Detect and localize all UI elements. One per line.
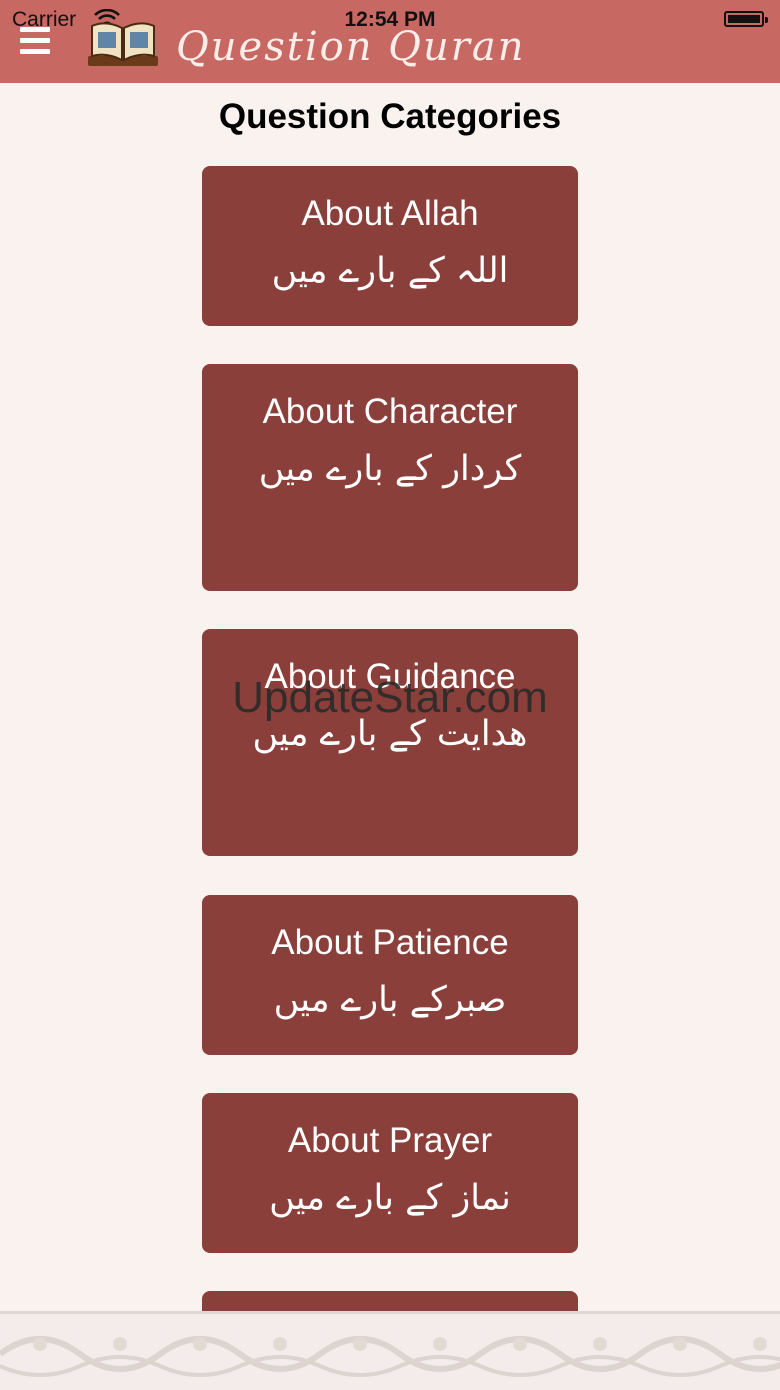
category-about-patience[interactable]: About Patience صبرکے بارے میں bbox=[202, 895, 578, 1055]
hamburger-icon[interactable] bbox=[20, 27, 50, 55]
category-label-ur: کردار کے بارے میں bbox=[258, 449, 522, 489]
ornament-pattern bbox=[0, 1336, 780, 1377]
battery-icon bbox=[724, 11, 768, 27]
page-title: Question Categories bbox=[218, 97, 562, 136]
category-label-en: About Patience bbox=[271, 923, 509, 962]
category-label-ur: نماز کے بارے میں bbox=[269, 1178, 511, 1218]
app-title: Question Quran bbox=[176, 24, 526, 70]
decorative-footer bbox=[0, 1311, 780, 1390]
category-label-en: About Allah bbox=[301, 194, 479, 233]
category-label-ur: اللہ کے بارے میں bbox=[271, 251, 509, 291]
category-label-en: About Prayer bbox=[287, 1121, 493, 1160]
open-book-icon bbox=[88, 22, 158, 66]
category-about-character[interactable]: About Character کردار کے بارے میں bbox=[202, 364, 578, 591]
category-about-prayer[interactable]: About Prayer نماز کے بارے میں bbox=[202, 1093, 578, 1253]
app-header: Carrier 12:54 PM Question Quran bbox=[0, 0, 780, 83]
category-about-allah[interactable]: About Allah اللہ کے بارے میں bbox=[202, 166, 578, 326]
category-label-en: About Guidance bbox=[264, 657, 516, 696]
category-label-ur: ھدایت کے بارے میں bbox=[252, 714, 528, 754]
category-label-ur: صبرکے بارے میں bbox=[273, 980, 507, 1020]
category-about-guidance[interactable]: About Guidance ھدایت کے بارے میں bbox=[202, 629, 578, 856]
category-label-en: About Character bbox=[262, 392, 518, 431]
